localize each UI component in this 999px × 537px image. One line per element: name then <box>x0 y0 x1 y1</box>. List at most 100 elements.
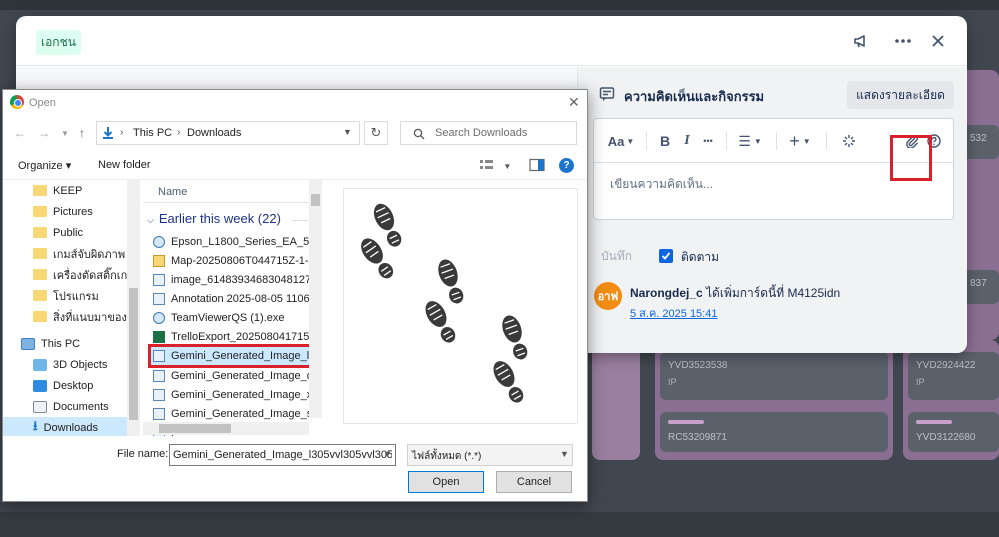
nav-item-downloads[interactable]: ⭳ Downloads <box>3 417 127 436</box>
file-row-selected[interactable]: Gemini_Generated_Image_l305vvl <box>148 344 322 368</box>
follow-label: ติดตาม <box>681 250 720 264</box>
nav-item-documents[interactable]: Documents <box>3 396 127 417</box>
chevron-down-icon: ▼ <box>503 162 512 171</box>
board-card[interactable]: YVD3523538 IP <box>660 352 888 400</box>
file-row[interactable]: Gemini_Generated_Image_qqqq <box>153 367 309 385</box>
list-button[interactable]: ☰ ▼ <box>736 129 764 153</box>
board-card-title: 837 <box>970 278 987 289</box>
plus-icon: + <box>789 130 800 151</box>
downloads-icon: ⭳ <box>33 417 38 433</box>
nav-item-label: 3D Objects <box>53 358 108 371</box>
chevron-down-icon[interactable]: ▼ <box>343 127 352 137</box>
navigation-pane: KEEP Pictures Public เกมส์จับผิดภาพ เครื… <box>3 180 141 436</box>
nav-item-pictures[interactable]: Pictures <box>3 201 127 222</box>
activity-user[interactable]: Narongdej_c <box>630 286 703 300</box>
board-card[interactable]: 837 <box>962 270 999 304</box>
cancel-button[interactable]: Cancel <box>496 471 572 493</box>
text-style-button[interactable]: Aa ▼ <box>606 129 636 153</box>
desktop-icon <box>33 379 47 392</box>
search-input[interactable]: Search Downloads <box>400 121 577 145</box>
file-row[interactable]: Gemini_Generated_Image_sssss <box>153 405 309 423</box>
save-comment-button[interactable]: บันทึก <box>601 247 632 266</box>
file-row[interactable]: Epson_L1800_Series_EA_50_Win <box>153 233 309 251</box>
file-row[interactable]: Map-20250806T044715Z-1-001 <box>153 252 309 270</box>
chevron-down-icon[interactable]: ▼ <box>61 129 69 138</box>
modal-header: เอกชน <box>16 16 967 66</box>
nav-item-folder[interactable]: โปรแกรม <box>3 285 127 306</box>
nav-item-keep[interactable]: KEEP <box>3 180 127 201</box>
address-bar[interactable]: › This PC › Downloads ▼ <box>96 121 360 145</box>
ai-button[interactable] <box>839 129 859 153</box>
scrollbar-thumb[interactable] <box>129 288 138 420</box>
file-name: Gemini_Generated_Image_xxxx <box>171 389 309 401</box>
scrollbar-thumb[interactable] <box>159 424 231 433</box>
nav-item-this-pc[interactable]: This PC <box>3 333 127 354</box>
more-button[interactable] <box>890 28 916 54</box>
folder-icon <box>33 290 47 301</box>
show-details-button[interactable]: แสดงรายละเอียด <box>847 81 954 109</box>
close-icon[interactable]: ✕ <box>568 94 580 111</box>
visibility-badge[interactable]: เอกชน <box>36 30 81 55</box>
file-name-input[interactable] <box>169 444 396 466</box>
preview-pane <box>343 188 578 424</box>
file-row[interactable]: TeamViewerQS (1).exe <box>153 309 309 327</box>
file-type-select[interactable]: ไฟล์ทั้งหมด (*.*) <box>407 444 573 466</box>
nav-scrollbar[interactable] <box>127 180 140 436</box>
activity-timestamp[interactable]: 5 ส.ค. 2025 15:41 <box>630 304 717 322</box>
more-format-button[interactable]: ••• <box>698 129 718 153</box>
close-modal-button[interactable] <box>925 28 951 54</box>
chevron-down-icon[interactable]: ▼ <box>560 449 569 459</box>
comments-title: ความคิดเห็นและกิจกรรม <box>624 89 765 104</box>
group-header-label: Earlier this week (22) <box>158 211 281 226</box>
board-card[interactable]: YVD2924422 IP <box>908 352 999 400</box>
italic-button[interactable]: I <box>678 129 696 153</box>
open-button[interactable]: Open <box>408 471 484 493</box>
group-header[interactable]: ⌵ Earlier this week (22) <box>147 211 281 226</box>
insert-button[interactable]: + ▼ <box>786 129 814 153</box>
help-icon[interactable]: ? <box>559 158 574 173</box>
megaphone-icon <box>854 35 865 48</box>
file-name: TeamViewerQS (1).exe <box>171 312 285 324</box>
column-header-name[interactable]: Name <box>158 186 187 198</box>
file-row[interactable]: Gemini_Generated_Image_xxxx <box>153 386 309 404</box>
scrollbar-thumb[interactable] <box>311 194 320 206</box>
file-list-hscrollbar[interactable] <box>143 422 309 435</box>
activity-description: ได้เพิ่มการ์ดนี้ที่ M4125idn <box>702 286 841 300</box>
folder-icon <box>33 206 47 217</box>
nav-item-label: เกมส์จับผิดภาพ <box>53 248 126 261</box>
follow-checkbox[interactable] <box>659 249 673 263</box>
forward-arrow-icon[interactable]: → <box>38 126 50 140</box>
file-row[interactable]: Annotation 2025-08-05 110613 <box>153 290 309 308</box>
nav-item-folder[interactable]: เครื่องตัดสติ๊กเกอร์ Im <box>3 264 127 285</box>
avatar[interactable]: อาฟ <box>594 282 622 310</box>
nav-item-label: Public <box>53 226 83 239</box>
view-options[interactable]: ▼ <box>479 158 545 175</box>
file-row[interactable]: TrelloExport_20250804171530 <box>153 328 309 346</box>
nav-item-folder[interactable]: เกมส์จับผิดภาพ <box>3 243 127 264</box>
bold-button[interactable]: B <box>656 129 674 153</box>
announce-button[interactable] <box>848 28 874 54</box>
image-icon <box>153 389 165 401</box>
organize-button[interactable]: Organize ▾ <box>18 159 71 172</box>
up-arrow-icon[interactable]: ↑ <box>79 126 85 140</box>
nav-item-3d-objects[interactable]: 3D Objects <box>3 354 127 375</box>
footprints-image <box>355 199 533 407</box>
new-folder-button[interactable]: New folder <box>98 159 151 171</box>
file-list-scrollbar[interactable] <box>309 180 322 418</box>
refresh-button[interactable]: ↻ <box>364 121 388 145</box>
chevron-down-icon[interactable]: ▼ <box>383 449 392 459</box>
chevron-down-icon: ⌵ <box>147 215 154 225</box>
toolbar-divider <box>646 132 647 150</box>
nav-item-folder[interactable]: สิ่งที่แนบมาของอีเมล <box>3 306 127 327</box>
back-arrow-icon[interactable]: ← <box>14 126 26 140</box>
board-card[interactable]: RC53209871 <box>660 412 888 452</box>
file-row[interactable]: image_614839346830481274 <box>153 271 309 289</box>
breadcrumb-this-pc[interactable]: This PC <box>133 127 172 139</box>
breadcrumb-downloads[interactable]: Downloads <box>187 127 241 139</box>
file-name: Epson_L1800_Series_EA_50_Win <box>171 236 309 248</box>
nav-item-desktop[interactable]: Desktop <box>3 375 127 396</box>
nav-item-public[interactable]: Public <box>3 222 127 243</box>
board-card[interactable]: YVD3122680 <box>908 412 999 452</box>
board-card[interactable]: 532 <box>962 125 999 159</box>
comments-panel: ความคิดเห็นและกิจกรรม แสดงรายละเอียด Aa ▼… <box>577 67 967 353</box>
